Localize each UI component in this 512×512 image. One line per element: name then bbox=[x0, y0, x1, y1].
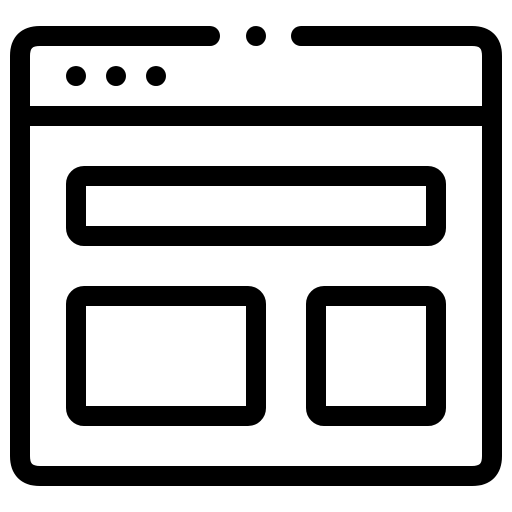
left-panel bbox=[66, 286, 266, 426]
icon-canvas bbox=[0, 0, 512, 512]
right-panel bbox=[306, 286, 446, 426]
window-dot-2 bbox=[106, 66, 126, 86]
header-panel bbox=[66, 166, 446, 246]
browser-window-layout-icon bbox=[10, 26, 502, 486]
window-dot-3 bbox=[146, 66, 166, 86]
window-dot-1 bbox=[66, 66, 86, 86]
top-dot bbox=[246, 26, 266, 46]
